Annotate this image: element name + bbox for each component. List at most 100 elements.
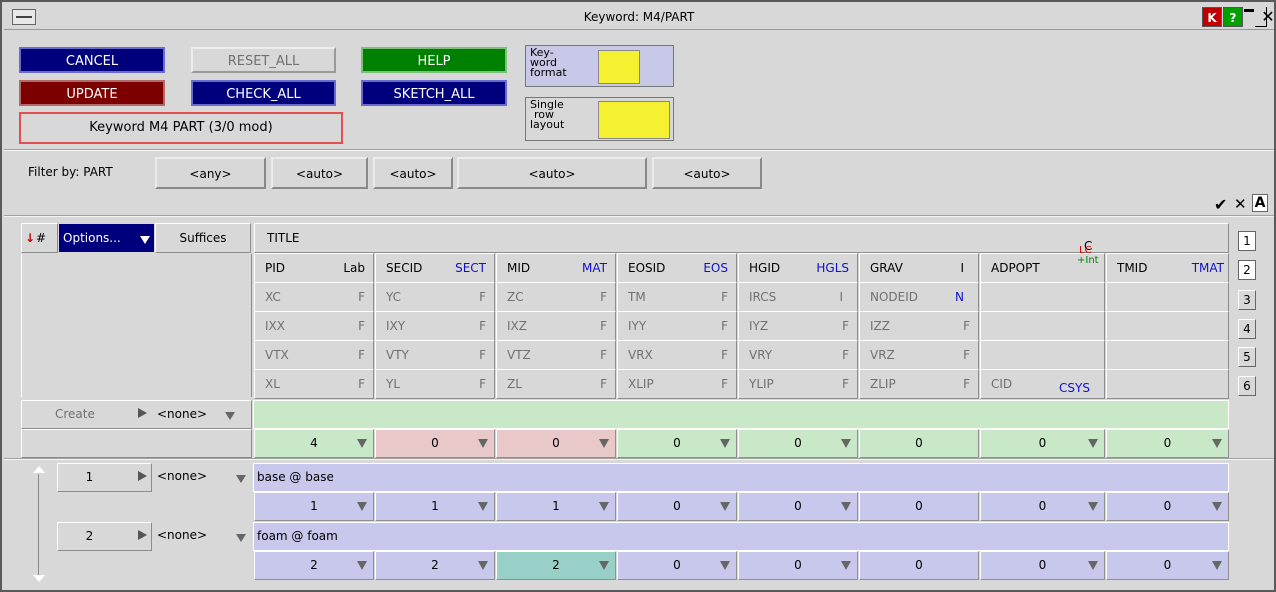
row-1-flag-icon[interactable] — [138, 471, 147, 481]
csys-flag[interactable]: CSYS — [1059, 374, 1090, 402]
row-2-suffix-dropdown-icon[interactable] — [236, 534, 246, 542]
sort-index-header[interactable]: ↓ # — [21, 223, 58, 253]
create-eosid-dropdown-icon[interactable] — [720, 439, 730, 448]
minimize-icon[interactable] — [1244, 7, 1254, 27]
row-2-grav-cell[interactable]: 0 — [859, 551, 979, 580]
row-layout-1-button[interactable]: 1 — [1238, 231, 1256, 251]
row-1-adpopt-cell[interactable]: 0 — [980, 492, 1105, 521]
row-1-title-field[interactable]: base @ base — [253, 463, 1229, 492]
tmat-flag[interactable]: TMAT — [1192, 254, 1224, 282]
row-2-adpopt-cell[interactable]: 0 — [980, 551, 1105, 580]
yl-header[interactable]: YL F — [375, 369, 495, 399]
vty-header[interactable]: VTY F — [375, 340, 495, 370]
ixy-header[interactable]: IXY F — [375, 311, 495, 341]
vtx-header[interactable]: VTX F — [254, 340, 374, 370]
pid-header[interactable]: PID Lab — [254, 253, 374, 283]
iyz-header[interactable]: IYZ F — [738, 311, 858, 341]
row-layout-6-button[interactable]: 6 — [1238, 376, 1256, 396]
zc-header[interactable]: ZC F — [496, 282, 616, 312]
izz-header[interactable]: IZZ F — [859, 311, 979, 341]
close-icon[interactable]: ✕ — [1260, 7, 1276, 27]
zlip-header[interactable]: ZLIP F — [859, 369, 979, 399]
create-adpopt-cell[interactable]: 0 — [980, 429, 1105, 458]
ixx-header[interactable]: IXX F — [254, 311, 374, 341]
help-button[interactable]: HELP — [361, 47, 507, 73]
update-button[interactable]: UPDATE — [19, 80, 165, 106]
check-all-button[interactable]: CHECK_ALL — [191, 80, 336, 106]
int-flag[interactable]: +Int — [1077, 256, 1099, 266]
row-1-pid-cell[interactable]: 1 — [254, 492, 374, 521]
vrx-header[interactable]: VRX F — [617, 340, 737, 370]
row-1-grav-cell[interactable]: 0 — [859, 492, 979, 521]
create-mid-dropdown-icon[interactable] — [599, 439, 609, 448]
row-2-mid-cell[interactable]: 2 — [496, 551, 616, 580]
row-1-suffix[interactable]: <none> — [153, 463, 252, 492]
create-flag-icon[interactable] — [138, 408, 147, 418]
help-title-button[interactable]: ? — [1223, 7, 1243, 27]
filter-any-button[interactable]: <any> — [155, 157, 266, 189]
row-2-hgid-dropdown-icon[interactable] — [841, 561, 851, 570]
eosid-header[interactable]: EOSID EOS — [617, 253, 737, 283]
row-2-hgid-cell[interactable]: 0 — [738, 551, 858, 580]
row-1-eosid-cell[interactable]: 0 — [617, 492, 737, 521]
sketch-all-button[interactable]: SKETCH_ALL — [361, 80, 507, 106]
row-1-eosid-dropdown-icon[interactable] — [720, 502, 730, 511]
create-pid-cell[interactable]: 4 — [254, 429, 374, 458]
mat-flag[interactable]: MAT — [582, 254, 607, 282]
row-2-secid-cell[interactable]: 2 — [375, 551, 495, 580]
row-2-tmid-cell[interactable]: 0 — [1106, 551, 1229, 580]
vtz-header[interactable]: VTZ F — [496, 340, 616, 370]
tm-header[interactable]: TM F — [617, 282, 737, 312]
row-2-tmid-dropdown-icon[interactable] — [1212, 561, 1222, 570]
row-1-adpopt-dropdown-icon[interactable] — [1088, 502, 1098, 511]
nodeid-flag[interactable]: N — [955, 283, 964, 311]
row-1-number[interactable]: 1 — [57, 463, 152, 492]
row-2-secid-dropdown-icon[interactable] — [478, 561, 488, 570]
create-grav-cell[interactable]: 0 — [859, 429, 979, 458]
options-dropdown[interactable]: Options... — [59, 224, 154, 252]
cancel-button[interactable]: CANCEL — [19, 47, 165, 73]
filter-auto-button-1[interactable]: <auto> — [271, 157, 368, 189]
scroll-down-icon[interactable] — [33, 575, 45, 582]
row-1-secid-dropdown-icon[interactable] — [478, 502, 488, 511]
secid-header[interactable]: SECID SECT — [375, 253, 495, 283]
row-layout-5-button[interactable]: 5 — [1238, 347, 1256, 367]
row-2-suffix[interactable]: <none> — [153, 522, 252, 551]
tmid-header[interactable]: TMID TMAT — [1106, 253, 1229, 283]
single-row-layout-toggle[interactable]: Single row layout — [525, 97, 674, 141]
iyy-header[interactable]: IYY F — [617, 311, 737, 341]
reset-all-button[interactable]: RESET_ALL — [191, 47, 336, 73]
row-layout-3-button[interactable]: 3 — [1238, 290, 1256, 310]
row-layout-2-button[interactable]: 2 — [1238, 260, 1256, 280]
row-1-mid-cell[interactable]: 1 — [496, 492, 616, 521]
filter-auto-button-2[interactable]: <auto> — [373, 157, 453, 189]
mid-header[interactable]: MID MAT — [496, 253, 616, 283]
create-tmid-dropdown-icon[interactable] — [1212, 439, 1222, 448]
row-2-number[interactable]: 2 — [57, 522, 152, 551]
row-2-eosid-cell[interactable]: 0 — [617, 551, 737, 580]
yc-header[interactable]: YC F — [375, 282, 495, 312]
xl-header[interactable]: XL F — [254, 369, 374, 399]
row-1-tmid-dropdown-icon[interactable] — [1212, 502, 1222, 511]
cid-header[interactable]: CID CSYS — [980, 369, 1105, 399]
create-mid-cell[interactable]: 0 — [496, 429, 616, 458]
vry-header[interactable]: VRY F — [738, 340, 858, 370]
row-2-pid-cell[interactable]: 2 — [254, 551, 374, 580]
row-2-pid-dropdown-icon[interactable] — [357, 561, 367, 570]
row-2-adpopt-dropdown-icon[interactable] — [1088, 561, 1098, 570]
sect-flag[interactable]: SECT — [455, 254, 486, 282]
row-1-pid-dropdown-icon[interactable] — [357, 502, 367, 511]
row-1-tmid-cell[interactable]: 0 — [1106, 492, 1229, 521]
create-hgid-cell[interactable]: 0 — [738, 429, 858, 458]
create-hgid-dropdown-icon[interactable] — [841, 439, 851, 448]
row-2-eosid-dropdown-icon[interactable] — [720, 561, 730, 570]
suffices-button[interactable]: Suffices — [155, 223, 251, 253]
create-adpopt-dropdown-icon[interactable] — [1088, 439, 1098, 448]
create-pid-dropdown-icon[interactable] — [357, 439, 367, 448]
row-1-suffix-dropdown-icon[interactable] — [236, 475, 246, 483]
row-2-mid-dropdown-icon[interactable] — [599, 561, 609, 570]
filter-auto-button-3[interactable]: <auto> — [457, 157, 647, 189]
row-scroll-bracket[interactable] — [32, 466, 46, 584]
reject-icon[interactable]: ✕ — [1234, 195, 1247, 213]
xlip-header[interactable]: XLIP F — [617, 369, 737, 399]
